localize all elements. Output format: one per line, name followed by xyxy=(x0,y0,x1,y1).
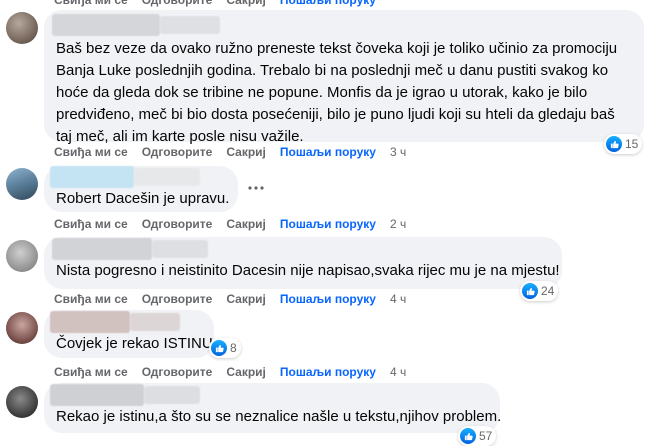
avatar[interactable] xyxy=(6,386,38,418)
timestamp[interactable]: 2 ч xyxy=(390,217,406,231)
blurred-author-name xyxy=(50,311,130,333)
send-message-action[interactable]: Пошаљи поруку xyxy=(280,0,376,7)
avatar[interactable] xyxy=(6,312,38,344)
avatar[interactable] xyxy=(6,240,38,272)
blurred-author-name xyxy=(52,238,152,260)
reaction-count[interactable]: 15 xyxy=(604,134,643,154)
like-icon xyxy=(460,428,476,444)
reaction-count[interactable]: 57 xyxy=(458,426,497,446)
like-action[interactable]: Свиђа ми се xyxy=(54,365,128,379)
like-icon xyxy=(522,283,538,299)
blurred-author-name xyxy=(152,240,208,258)
reply-action[interactable]: Одговорите xyxy=(142,0,213,7)
reply-action[interactable]: Одговорите xyxy=(142,292,213,306)
timestamp[interactable]: 4 ч xyxy=(390,365,406,379)
send-message-action[interactable]: Пошаљи поруку xyxy=(280,292,376,306)
like-action[interactable]: Свиђа ми се xyxy=(54,0,128,7)
hide-action[interactable]: Сакриј xyxy=(226,365,266,379)
more-options-icon[interactable] xyxy=(242,174,270,202)
send-message-action[interactable]: Пошаљи поруку xyxy=(280,217,376,231)
avatar[interactable] xyxy=(6,168,38,200)
blurred-author-name xyxy=(52,14,160,36)
reaction-count[interactable]: 24 xyxy=(520,281,559,301)
comment-text: Robert Dacešin je upravu. xyxy=(56,190,230,207)
avatar[interactable] xyxy=(6,12,38,44)
comment-text: Rekao je istinu,a što su se neznalice na… xyxy=(56,408,502,425)
like-icon xyxy=(211,340,227,356)
timestamp[interactable]: 4 ч xyxy=(390,292,406,306)
blurred-author-name xyxy=(144,386,200,404)
blurred-author-name xyxy=(160,16,220,34)
comment-text: Čovjek je rekao ISTINU xyxy=(56,335,213,352)
like-icon xyxy=(606,136,622,152)
blurred-author-name xyxy=(134,168,200,186)
comment-actions-top: Свиђа ми се Одговорите Сакриј Пошаљи пор… xyxy=(54,0,376,8)
comment-actions: Свиђа ми се Одговорите Сакриј Пошаљи пор… xyxy=(54,291,406,307)
comment-actions: Свиђа ми се Одговорите Сакриј Пошаљи пор… xyxy=(54,216,406,232)
like-action[interactable]: Свиђа ми се xyxy=(54,217,128,231)
reaction-count[interactable]: 8 xyxy=(209,338,241,358)
hide-action[interactable]: Сакриј xyxy=(226,292,266,306)
reply-action[interactable]: Одговорите xyxy=(142,365,213,379)
reply-action[interactable]: Одговорите xyxy=(142,217,213,231)
like-action[interactable]: Свиђа ми се xyxy=(54,292,128,306)
blurred-author-name xyxy=(50,166,134,188)
hide-action[interactable]: Сакриј xyxy=(226,217,266,231)
send-message-action[interactable]: Пошаљи поруку xyxy=(280,365,376,379)
blurred-author-name xyxy=(50,384,144,406)
comment-text: Baš bez veze da ovako ružno preneste tek… xyxy=(56,40,618,145)
comment-actions: Свиђа ми се Одговорите Сакриј Пошаљи пор… xyxy=(54,364,406,380)
blurred-author-name xyxy=(130,313,180,331)
comment-text: Nista pogresno i neistinito Dacesin nije… xyxy=(56,262,560,279)
hide-action[interactable]: Сакриј xyxy=(226,0,266,7)
